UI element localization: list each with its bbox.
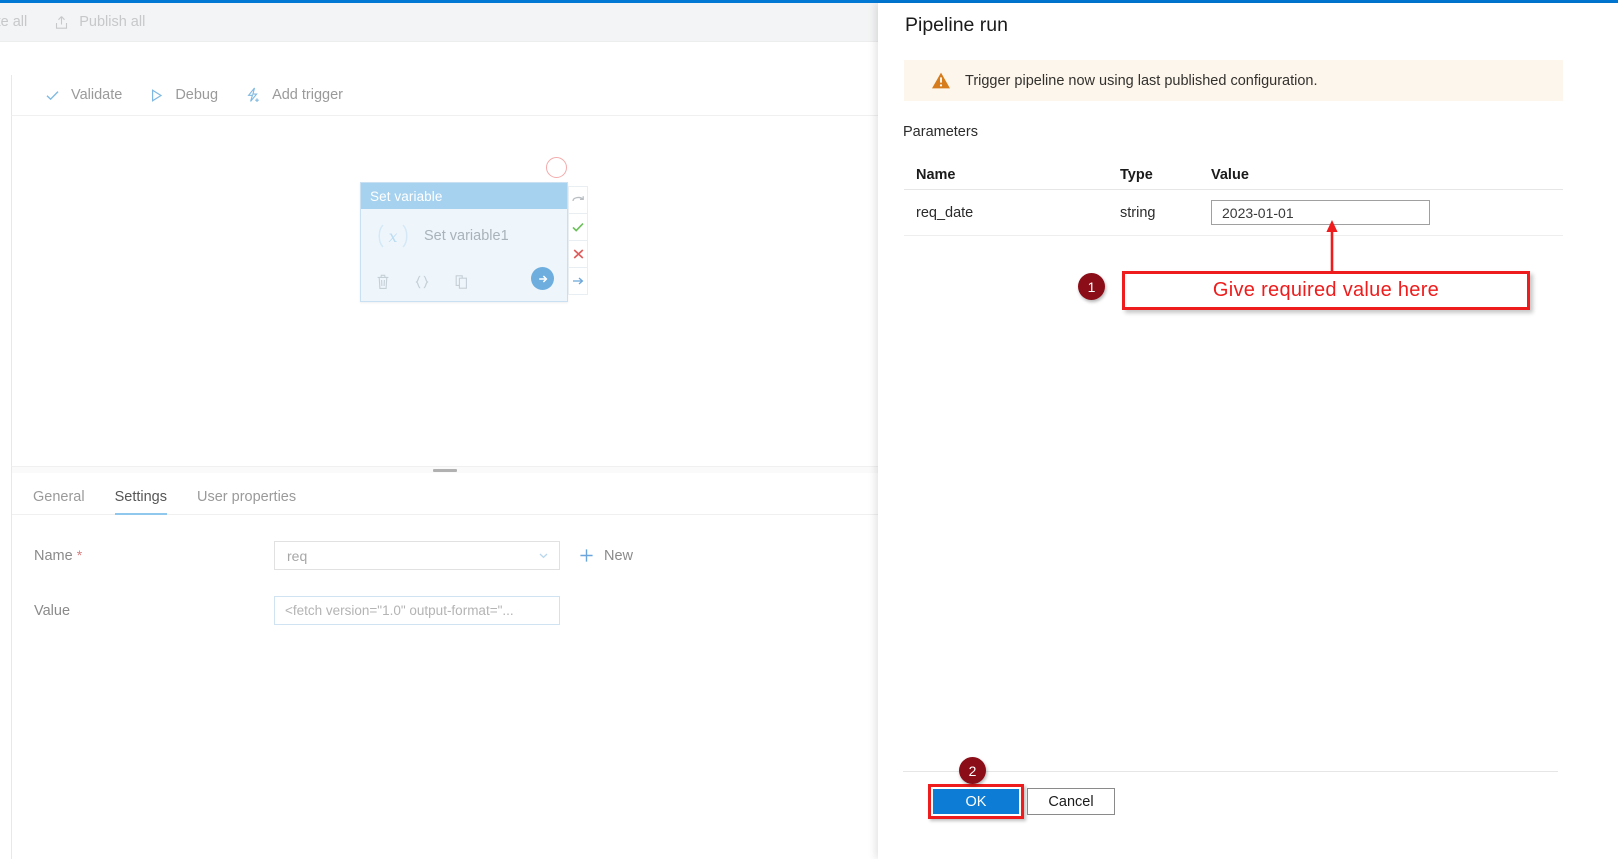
validate-all-button[interactable]: lidate all [0, 3, 27, 41]
annotation-badge-1: 1 [1078, 273, 1105, 300]
annotation-callout: Give required value here [1122, 271, 1530, 310]
publish-all-label: Publish all [79, 14, 146, 30]
tab-user-properties[interactable]: User properties [197, 489, 296, 514]
debug-label: Debug [175, 87, 219, 103]
svg-text:x: x [388, 227, 397, 246]
activity-properties-pane: General Settings User properties Name * … [11, 473, 878, 859]
pipeline-run-panel: Pipeline run Trigger pipeline now using … [878, 3, 1618, 859]
activity-node-body: x Set variable1 [361, 209, 567, 263]
play-icon [148, 87, 165, 104]
parameter-value-cell: 2023-01-01 [1211, 200, 1563, 225]
parameter-name: req_date [916, 204, 974, 221]
name-field-label: Name * [34, 547, 274, 564]
annotation-arrow-icon [1326, 220, 1338, 274]
chevron-down-icon [537, 549, 550, 562]
parameters-table-body: req_date string 2023-01-01 [904, 190, 1563, 236]
activity-node-side-rail [568, 186, 588, 295]
cancel-button[interactable]: Cancel [1027, 788, 1115, 815]
ok-button-highlight-annotation [928, 784, 1024, 819]
rail-completion-icon[interactable] [568, 268, 588, 295]
column-header-value: Value [1211, 166, 1249, 183]
splitter-handle[interactable] [433, 469, 457, 472]
tab-settings[interactable]: Settings [114, 489, 168, 515]
warning-triangle-icon [931, 71, 951, 90]
parameters-heading: Parameters [903, 124, 978, 140]
panel-title: Pipeline run [905, 14, 1008, 36]
new-variable-button[interactable]: New [578, 547, 633, 564]
code-braces-icon[interactable] [413, 273, 431, 291]
annotation-callout-text: Give required value here [1212, 279, 1440, 301]
activity-node-title: Set variable1 [424, 228, 509, 244]
rail-failure-icon[interactable] [568, 241, 588, 268]
activity-node-actions [361, 263, 567, 301]
debug-button[interactable]: Debug [135, 75, 231, 115]
parameters-table-header: Name Type Value [904, 160, 1563, 190]
tab-general[interactable]: General [33, 489, 85, 514]
checkmark-icon [44, 87, 61, 104]
parameters-table: Name Type Value req_date string 2023-01-… [904, 160, 1563, 236]
warning-text: Trigger pipeline now using last publishe… [965, 72, 1318, 89]
rail-success-icon[interactable] [568, 214, 588, 241]
pipeline-canvas[interactable]: Set variable x Set variable1 [11, 116, 878, 467]
pipeline-toolbar: Validate Debug Add trigger [11, 75, 878, 116]
value-field-label: Value [34, 602, 71, 619]
table-row: req_date string 2023-01-01 [904, 190, 1563, 236]
command-bar: lidate all Publish all [0, 3, 878, 42]
value-form-row: Value <fetch version="1.0" output-format… [12, 596, 878, 625]
new-variable-label: New [604, 547, 634, 564]
publish-icon [53, 14, 70, 31]
validate-button[interactable]: Validate [31, 75, 135, 115]
add-trigger-button[interactable]: Add trigger [231, 75, 356, 115]
validate-all-label: lidate all [0, 14, 28, 30]
pane-splitter[interactable] [11, 466, 878, 473]
set-variable-x-icon: x [375, 221, 411, 251]
variable-value-input[interactable]: <fetch version="1.0" output-format="... [274, 596, 560, 625]
lightning-bolt-icon [244, 86, 262, 104]
name-form-row: Name * req New [12, 541, 878, 570]
name-label-text: Name [34, 548, 73, 564]
plus-icon [578, 547, 595, 564]
validate-label: Validate [71, 87, 123, 103]
variable-name-value: req [287, 547, 308, 564]
delete-icon[interactable] [375, 273, 391, 291]
variable-name-dropdown[interactable]: req [274, 541, 560, 570]
warning-banner: Trigger pipeline now using last publishe… [904, 60, 1563, 101]
add-trigger-label: Add trigger [272, 87, 343, 103]
column-header-type: Type [1120, 166, 1153, 183]
column-header-name: Name [916, 166, 956, 183]
panel-footer-divider [903, 771, 1558, 772]
properties-tabs: General Settings User properties [12, 473, 878, 515]
annotation-badge-2: 2 [959, 757, 986, 784]
rail-rerun-icon[interactable] [568, 186, 588, 214]
node-status-circle-icon [546, 157, 567, 178]
required-marker: * [76, 547, 83, 563]
parameter-type: string [1120, 204, 1156, 221]
activity-node-header: Set variable [361, 183, 567, 209]
publish-all-button[interactable]: Publish all [53, 3, 145, 41]
activity-node-set-variable[interactable]: Set variable x Set variable1 [360, 182, 568, 302]
activity-node-run-icon[interactable] [531, 267, 554, 290]
activity-node-header-label: Set variable [370, 188, 443, 204]
parameter-value-input[interactable]: 2023-01-01 [1211, 200, 1430, 225]
clone-icon[interactable] [453, 273, 471, 291]
